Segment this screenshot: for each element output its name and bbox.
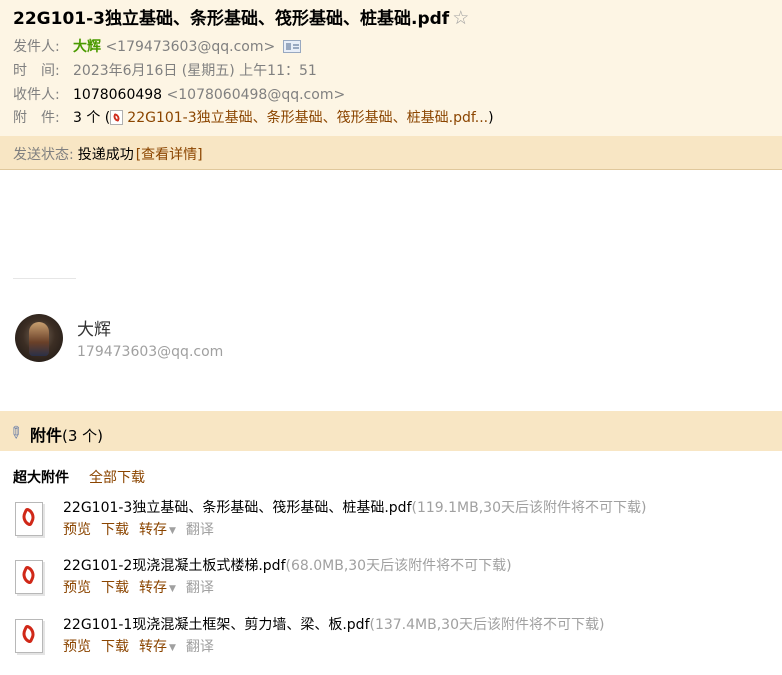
attachments-title-text: 附件 [30,426,63,445]
save-to-dropdown[interactable]: 转存 ▼ [139,639,176,655]
save-to-dropdown[interactable]: 转存 ▼ [139,580,176,596]
attachment-filename: 22G101-1现浇混凝土框架、剪力墙、梁、板.pdf(137.4MB,30天后… [63,614,604,634]
to-label: 收件人: [13,87,60,103]
to-row: 收件人: 1078060498 <1078060498@qq.com> [13,84,345,104]
pdf-file-icon[interactable] [13,560,47,598]
attachment-link[interactable]: 22G101-3独立基础、条形基础、筏形基础、桩基础.pdf... [127,110,488,126]
download-link[interactable]: 下载 [101,580,129,596]
preview-link[interactable]: 预览 [63,522,91,538]
attachment-count: 3 个 ( [73,110,111,126]
pdf-icon [110,110,124,125]
download-all-link[interactable]: 全部下载 [89,467,145,487]
paperclip-icon: ✎ [4,421,28,444]
attachment-actions: 预览 下载 转存 ▼ 翻译 [63,519,224,539]
star-icon[interactable]: ☆ [452,7,469,29]
attachment-filename: 22G101-2现浇混凝土板式楼梯.pdf(68.0MB,30天后该附件将不可下… [63,555,512,575]
chevron-down-icon: ▼ [169,643,176,653]
signature-name: 大辉 [77,320,111,340]
view-details-link[interactable]: [查看详情] [136,147,203,163]
save-to-label: 转存 [139,522,167,538]
preview-link[interactable]: 预览 [63,580,91,596]
filename-text: 22G101-3独立基础、条形基础、筏形基础、桩基础.pdf [63,500,412,516]
attachment-close: ) [488,110,494,126]
filename-text: 22G101-1现浇混凝土框架、剪力墙、梁、板.pdf [63,617,370,633]
status-label: 发送状态: [13,147,74,163]
attachment-actions: 预览 下载 转存 ▼ 翻译 [63,577,224,597]
chevron-down-icon: ▼ [169,526,176,536]
attachment-actions: 预览 下载 转存 ▼ 翻译 [63,636,224,656]
attachment-item: 22G101-2现浇混凝土板式楼梯.pdf(68.0MB,30天后该附件将不可下… [13,555,773,607]
file-meta: (68.0MB,30天后该附件将不可下载) [285,558,512,574]
attachments-title: 附件(3 个) [30,422,103,446]
translate-link[interactable]: 翻译 [186,522,214,538]
mail-subject: 22G101-3独立基础、条形基础、筏形基础、桩基础.pdf ☆ [13,4,469,29]
send-status-row: 发送状态: 投递成功 [查看详情] [13,144,203,164]
mail-header: 22G101-3独立基础、条形基础、筏形基础、桩基础.pdf ☆ 发件人: 大辉 <… [0,0,782,136]
translate-link[interactable]: 翻译 [186,639,214,655]
sender-name[interactable]: 大辉 [73,39,101,55]
translate-link[interactable]: 翻译 [186,580,214,596]
download-link[interactable]: 下载 [101,639,129,655]
status-value: 投递成功 [77,147,134,163]
signature-divider [13,278,76,279]
attachment-item: 22G101-1现浇混凝土框架、剪力墙、梁、板.pdf(137.4MB,30天后… [13,614,773,666]
avatar [15,314,63,362]
filename-text: 22G101-2现浇混凝土板式楼梯.pdf [63,558,286,574]
signature-email: 179473603@qq.com [77,344,224,360]
file-meta: (137.4MB,30天后该附件将不可下载) [369,617,605,633]
time-value: 2023年6月16日 (星期五) 上午11：51 [73,63,317,79]
attachment-row: 附 件: 3 个 ( 22G101-3独立基础、条形基础、筏形基础、桩基础.pdf.… [13,107,494,127]
attachments-count: (3 个) [62,427,104,445]
sender-address: <179473603@qq.com> [105,39,276,55]
save-to-dropdown[interactable]: 转存 ▼ [139,522,176,538]
attachments-header: ✎ 附件(3 个) [0,411,782,451]
preview-link[interactable]: 预览 [63,639,91,655]
time-row: 时 间: 2023年6月16日 (星期五) 上午11：51 [13,60,317,80]
file-meta: (119.1MB,30天后该附件将不可下载) [411,500,647,516]
time-label: 时 间: [13,63,60,79]
chevron-down-icon: ▼ [169,584,176,594]
attachment-item: 22G101-3独立基础、条形基础、筏形基础、桩基础.pdf(119.1MB,3… [13,497,773,549]
save-to-label: 转存 [139,580,167,596]
recipient-name[interactable]: 1078060498 [73,87,162,103]
pdf-file-icon[interactable] [13,502,47,540]
from-label: 发件人: [13,39,60,55]
attachment-label: 附 件: [13,110,60,126]
recipient-address: <1078060498@qq.com> [166,87,346,103]
attachment-filename: 22G101-3独立基础、条形基础、筏形基础、桩基础.pdf(119.1MB,3… [63,497,646,517]
contact-card-icon[interactable] [283,40,302,53]
subject-text: 22G101-3独立基础、条形基础、筏形基础、桩基础.pdf [13,9,450,29]
pdf-file-icon[interactable] [13,619,47,657]
download-link[interactable]: 下载 [101,522,129,538]
send-status-bar: 发送状态: 投递成功 [查看详情] [0,136,782,170]
save-to-label: 转存 [139,639,167,655]
from-row: 发件人: 大辉 <179473603@qq.com> [13,36,302,56]
large-attachment-label: 超大附件 [13,470,69,486]
